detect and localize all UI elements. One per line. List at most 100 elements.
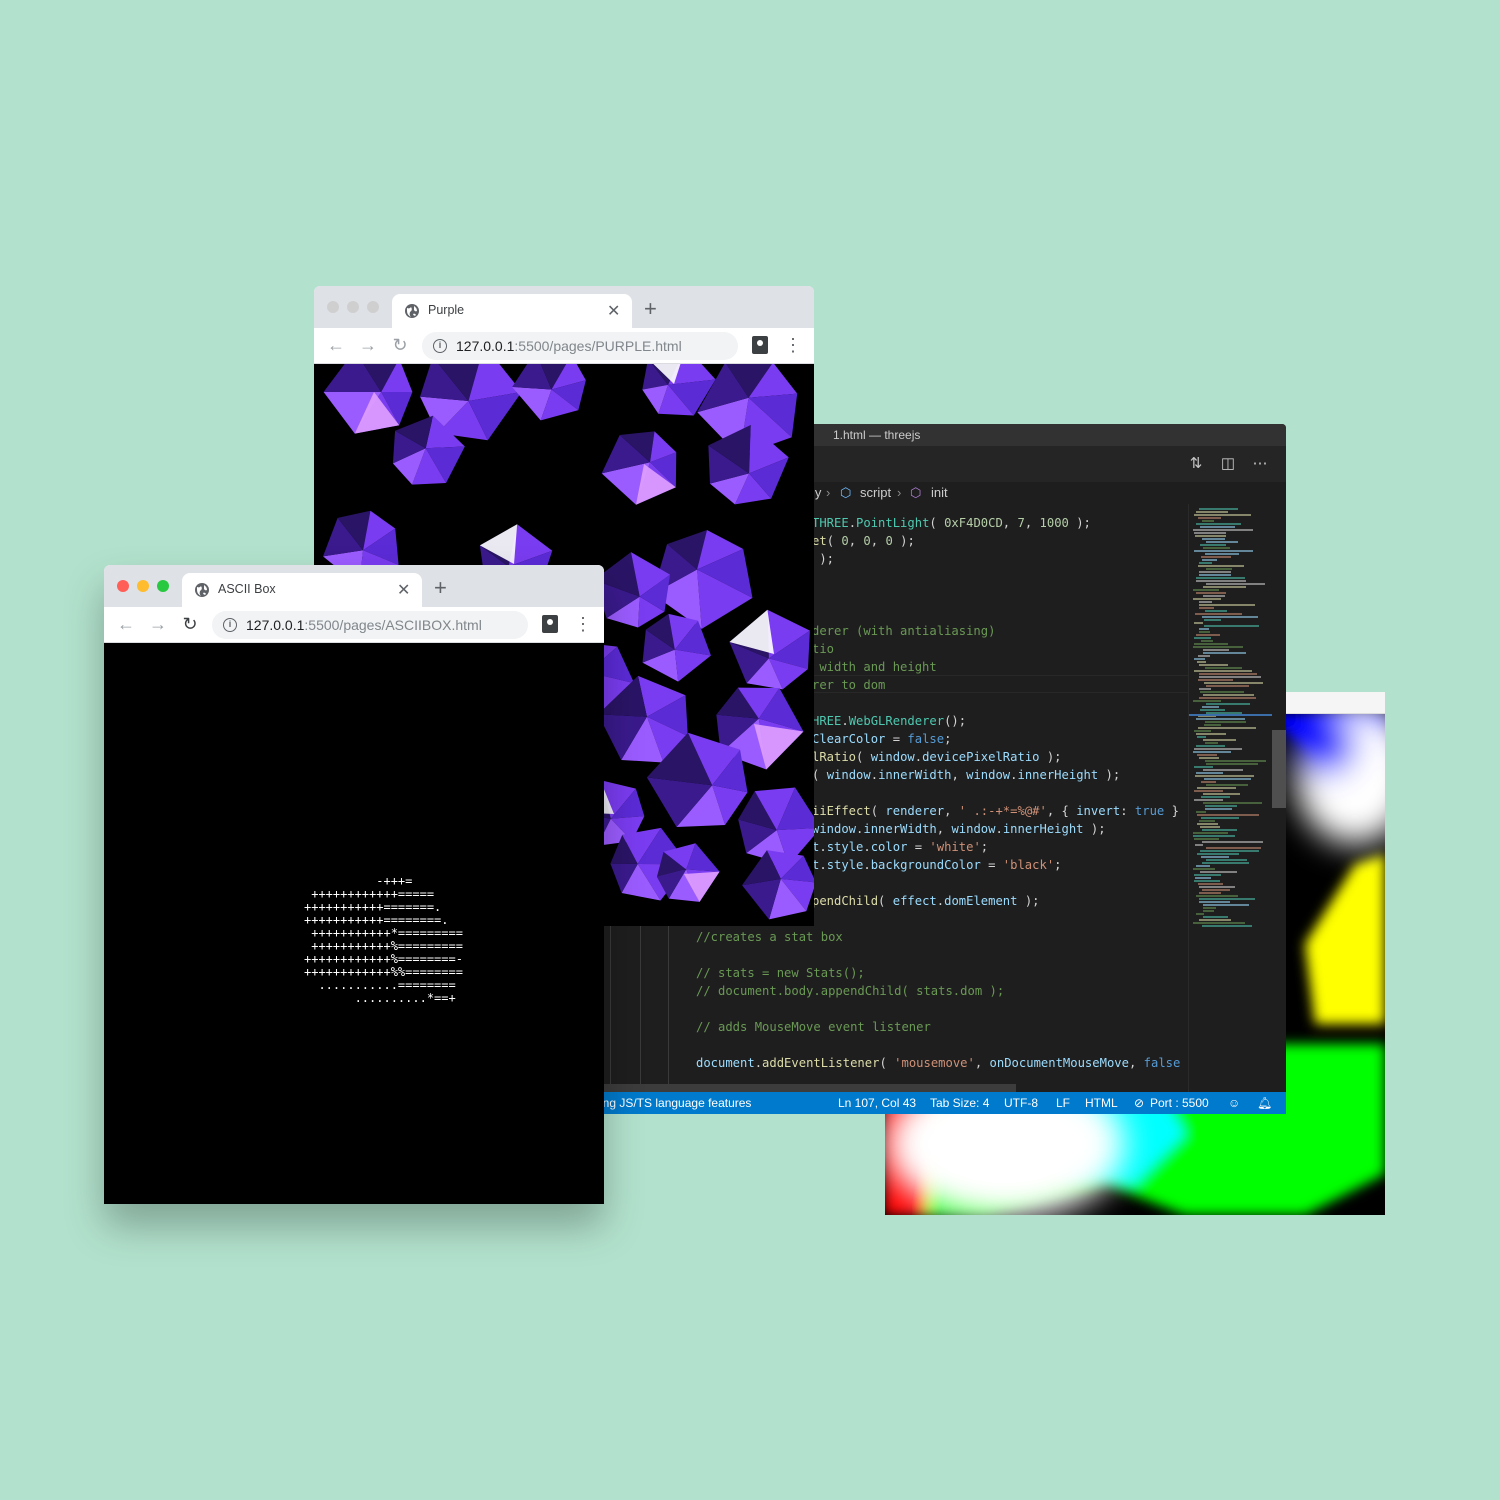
url-text: 127.0.0.1:5500/pages/PURPLE.html: [456, 338, 682, 354]
minimap-line: [1198, 517, 1221, 519]
site-info-icon[interactable]: i: [223, 618, 237, 632]
feedback-smiley-icon[interactable]: ☺: [1228, 1092, 1240, 1114]
close-window-button[interactable]: [117, 580, 129, 592]
polyhedron-shape: [601, 431, 677, 505]
minimap-line: [1193, 646, 1243, 648]
minimap-line: [1199, 688, 1211, 690]
status-language-features[interactable]: ing JS/TS language features: [600, 1092, 751, 1114]
breadcrumb-init[interactable]: init: [931, 482, 948, 504]
notifications-bell-icon[interactable]: 🔔︎: [1257, 1092, 1272, 1114]
minimap-line: [1196, 913, 1204, 915]
minimap-line: [1206, 583, 1265, 585]
minimap-line: [1201, 640, 1213, 642]
minimap-line: [1193, 751, 1231, 753]
minimap-line: [1201, 556, 1231, 558]
minimap-line: [1199, 901, 1230, 903]
status-encoding[interactable]: UTF-8: [1004, 1092, 1038, 1114]
address-bar[interactable]: i 127.0.0.1:5500/pages/PURPLE.html: [422, 332, 738, 360]
split-editor-icon[interactable]: ◫: [1218, 454, 1238, 474]
new-tab-icon[interactable]: +: [434, 575, 447, 601]
ascii-line: ..........*==+: [304, 991, 456, 1005]
status-tab-size[interactable]: Tab Size: 4: [930, 1092, 989, 1114]
code-line: derer (with antialiasing): [812, 624, 996, 638]
minimap-line: [1199, 919, 1231, 921]
minimap-line: [1199, 562, 1212, 564]
polyhedron-shape: [742, 850, 814, 920]
polyhedron-shape: [593, 552, 671, 628]
minimap-line: [1196, 895, 1238, 897]
site-info-icon[interactable]: i: [433, 339, 447, 353]
minimap-line: [1196, 733, 1226, 735]
minimap-line: [1193, 598, 1221, 600]
minimap-line: [1201, 856, 1229, 858]
more-actions-icon[interactable]: ⋯: [1250, 454, 1270, 474]
status-language[interactable]: HTML: [1085, 1092, 1118, 1114]
minimap-line: [1206, 541, 1238, 543]
url-text: 127.0.0.1:5500/pages/ASCIIBOX.html: [246, 617, 482, 633]
port-icon: ⊘: [1134, 1096, 1145, 1110]
minimap-viewport-indicator[interactable]: [1189, 714, 1273, 716]
minimap-line: [1193, 835, 1235, 837]
minimap-line: [1203, 694, 1254, 696]
code-line: ( window.innerWidth, window.innerHeight …: [812, 768, 1121, 782]
close-tab-icon[interactable]: ✕: [607, 301, 620, 321]
reload-icon[interactable]: ↻: [179, 613, 201, 635]
clipboard-profile-icon[interactable]: [542, 615, 558, 633]
minimap-line: [1197, 823, 1218, 825]
forward-arrow-icon[interactable]: →: [357, 334, 379, 356]
status-cursor-position[interactable]: Ln 107, Col 43: [838, 1092, 916, 1114]
zoom-window-button[interactable]: [157, 580, 169, 592]
minimap-line: [1199, 571, 1231, 573]
minimap-line: [1196, 592, 1226, 594]
close-tab-icon[interactable]: ✕: [397, 580, 410, 600]
minimap-line: [1196, 718, 1245, 720]
minimap-line: [1194, 670, 1252, 672]
minimap-line: [1195, 535, 1226, 537]
forward-arrow-icon[interactable]: →: [147, 613, 169, 635]
new-tab-icon[interactable]: +: [644, 296, 657, 322]
tab-strip: Purple ✕ +: [314, 286, 814, 328]
status-eol[interactable]: LF: [1056, 1092, 1070, 1114]
tab-ascii-box[interactable]: ASCII Box ✕: [182, 573, 422, 607]
kebab-menu-icon[interactable]: ⋮: [784, 334, 802, 356]
tab-title: Purple: [428, 303, 465, 317]
polyhedron-shape: [656, 843, 720, 902]
code-line: t.style.color = 'white';: [812, 840, 989, 854]
breadcrumb-script[interactable]: script: [860, 482, 891, 504]
back-arrow-icon[interactable]: ←: [115, 613, 137, 635]
horizontal-scrollbar[interactable]: [600, 1084, 1016, 1092]
minimap-line: [1206, 685, 1249, 687]
minimap-line: [1193, 700, 1221, 702]
clipboard-profile-icon[interactable]: [752, 336, 768, 354]
minimap-line: [1196, 745, 1225, 747]
minimap-line: [1203, 649, 1229, 651]
kebab-menu-icon[interactable]: ⋮: [574, 613, 592, 635]
minimap-line: [1198, 679, 1233, 681]
zoom-window-button[interactable]: [367, 301, 379, 313]
minimap-line: [1197, 853, 1239, 855]
minimap-line: [1199, 673, 1257, 675]
minimap-line: [1196, 811, 1206, 813]
minimap-line: [1197, 754, 1217, 756]
status-port[interactable]: Port : 5500: [1150, 1092, 1209, 1114]
polyhedron-shape: [729, 609, 810, 690]
minimap-line: [1206, 847, 1261, 849]
close-window-button[interactable]: [327, 301, 339, 313]
address-bar[interactable]: i 127.0.0.1:5500/pages/ASCIIBOX.html: [212, 611, 528, 639]
globe-icon: [195, 583, 209, 597]
minimap-line: [1195, 613, 1242, 615]
minimap-line: [1196, 634, 1220, 636]
minimize-window-button[interactable]: [347, 301, 359, 313]
open-changes-icon[interactable]: ⇅: [1186, 454, 1206, 474]
minimap[interactable]: [1188, 504, 1273, 1094]
polyhedron-shape: [323, 364, 413, 434]
scrollbar-thumb[interactable]: [1272, 730, 1286, 808]
tab-purple[interactable]: Purple ✕: [392, 294, 632, 328]
minimap-line: [1202, 559, 1217, 561]
minimap-line: [1193, 868, 1215, 870]
minimap-line: [1196, 580, 1246, 582]
reload-icon[interactable]: ↻: [389, 334, 411, 356]
minimize-window-button[interactable]: [137, 580, 149, 592]
back-arrow-icon[interactable]: ←: [325, 334, 347, 356]
minimap-line: [1205, 760, 1266, 762]
